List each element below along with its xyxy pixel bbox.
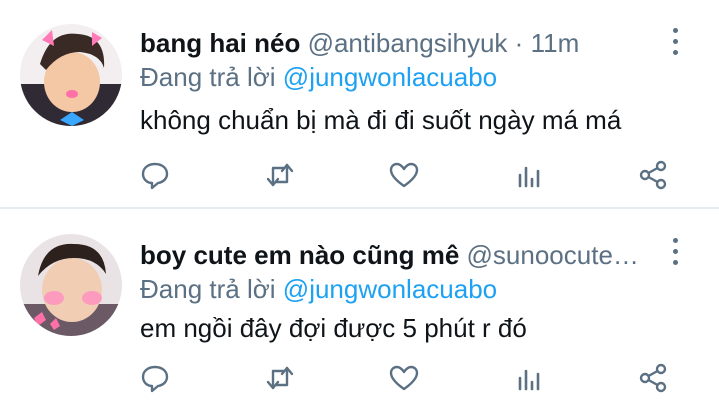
- retweet-icon[interactable]: [260, 358, 300, 398]
- user-handle[interactable]: @antibangsihyuk: [308, 28, 508, 58]
- display-name[interactable]: boy cute em nào cũng mê: [140, 240, 459, 270]
- reply-icon[interactable]: [135, 155, 175, 195]
- tweet[interactable]: bang hai néo @antibangsihyuk · 11m Đang …: [0, 0, 719, 208]
- like-icon[interactable]: [384, 358, 424, 398]
- analytics-icon[interactable]: [509, 155, 549, 195]
- analytics-icon[interactable]: [509, 358, 549, 398]
- separator: ·: [514, 28, 524, 58]
- share-icon[interactable]: [633, 155, 673, 195]
- tweet-text: em ngồi đây đợi được 5 phút r đó: [140, 313, 527, 343]
- display-name[interactable]: bang hai néo: [140, 28, 300, 58]
- mention-link[interactable]: @jungwonlacuabo: [283, 62, 497, 92]
- replying-prefix: Đang trả lời: [140, 62, 276, 92]
- retweet-icon[interactable]: [260, 155, 300, 195]
- reply-icon[interactable]: [135, 358, 175, 398]
- action-bar: [0, 155, 719, 195]
- avatar[interactable]: [20, 234, 122, 336]
- avatar[interactable]: [20, 24, 122, 126]
- action-bar: [0, 358, 719, 398]
- more-options-icon[interactable]: [664, 28, 688, 56]
- timestamp[interactable]: 11m: [531, 28, 580, 58]
- more-options-icon[interactable]: [664, 238, 688, 266]
- tweet-header: boy cute em nào cũng mê @sunoocute…: [140, 240, 639, 270]
- share-icon[interactable]: [633, 358, 673, 398]
- tweet-header: bang hai néo @antibangsihyuk · 11m: [140, 28, 579, 58]
- divider: [0, 207, 719, 209]
- replying-to: Đang trả lời @jungwonlacuabo: [140, 274, 497, 304]
- mention-link[interactable]: @jungwonlacuabo: [283, 274, 497, 304]
- replying-prefix: Đang trả lời: [140, 274, 276, 304]
- user-handle[interactable]: @sunoocute…: [467, 240, 639, 270]
- replying-to: Đang trả lời @jungwonlacuabo: [140, 62, 497, 92]
- tweet[interactable]: boy cute em nào cũng mê @sunoocute… Đang…: [0, 210, 719, 410]
- like-icon[interactable]: [384, 155, 424, 195]
- tweet-text: không chuẩn bị mà đi đi suốt ngày má má: [140, 105, 622, 135]
